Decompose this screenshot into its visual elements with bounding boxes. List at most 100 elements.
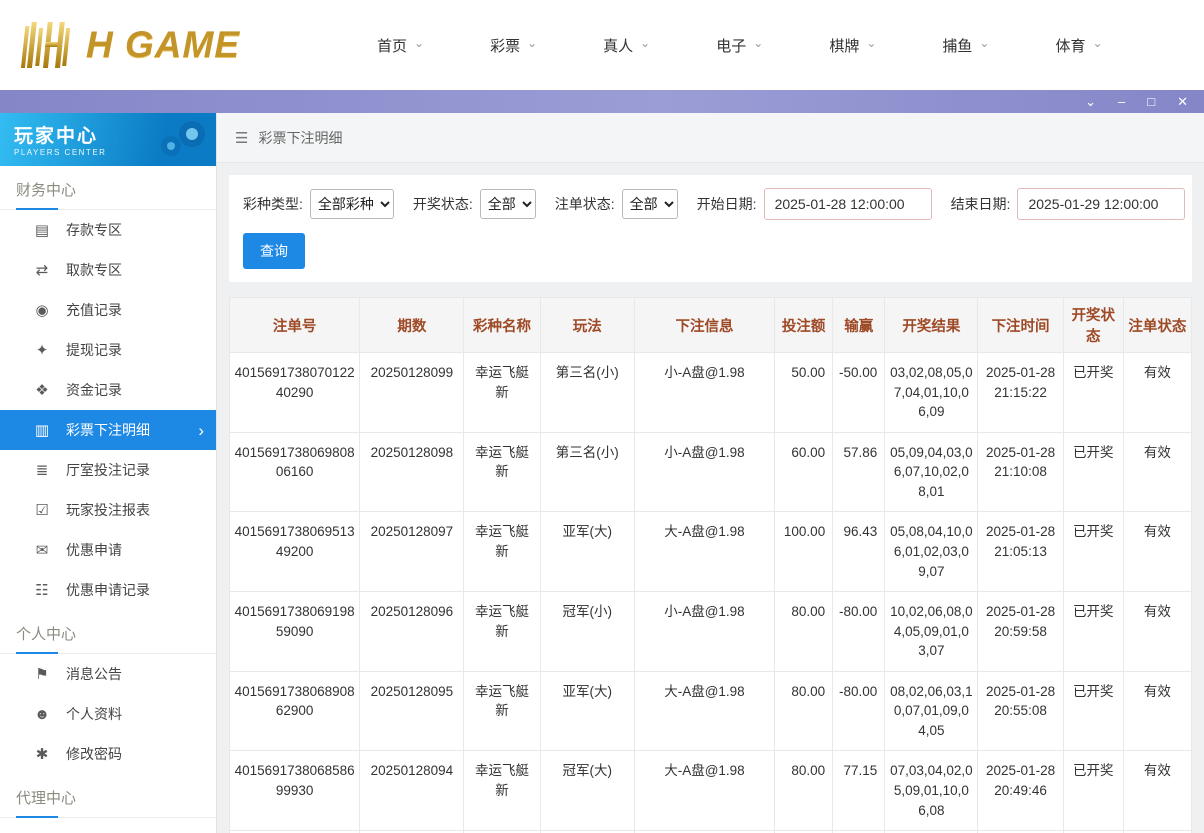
chevron-down-icon: ⌄ [979, 37, 989, 49]
cell-win-loss: 57.86 [833, 432, 885, 512]
table-body: 40156917380701224029020250128099幸运飞艇新第三名… [230, 353, 1192, 833]
query-button[interactable]: 查询 [243, 233, 305, 269]
funds-record-icon: ❖ [33, 381, 51, 399]
withdraw-icon: ⇄ [33, 261, 51, 279]
cell-win-loss: -80.00 [833, 592, 885, 672]
close-icon[interactable]: ✕ [1177, 95, 1188, 108]
cell-order-status: 有效 [1123, 751, 1191, 831]
table-row: 40156917380701224029020250128099幸运飞艇新第三名… [230, 353, 1192, 433]
sidebar-item-recharge-record[interactable]: ◉充值记录 [0, 290, 216, 330]
cell-period: 20250128099 [360, 353, 464, 433]
sidebar-item-promo-apply-record[interactable]: ☷优惠申请记录 [0, 570, 216, 610]
nav-item-fishing[interactable]: 捕鱼 ⌄ [909, 25, 1022, 66]
main-nav: 首页⌄彩票⌄真人⌄电子⌄棋牌⌄捕鱼⌄体育⌄ [344, 25, 1136, 66]
sidebar-item-withdrawal-record[interactable]: ✦提现记录 [0, 330, 216, 370]
sidebar-item-player-bet-report[interactable]: ☑玩家投注报表 [0, 490, 216, 530]
cell-win-loss: -50.00 [833, 353, 885, 433]
cell-bet-time: 2025-01-28 20:55:08 [978, 671, 1063, 751]
cell-draw-result: 05,08,04,10,06,01,02,03,09,07 [885, 512, 978, 592]
cell-draw-status: 已开奖 [1063, 671, 1123, 751]
lottery-type-select[interactable]: 全部彩种 [310, 189, 394, 219]
breadcrumb-title: 彩票下注明细 [258, 128, 342, 148]
sidebar-item-label: 个人资料 [66, 704, 122, 724]
sidebar-item-label: 修改密码 [66, 744, 122, 764]
sidebar-item-label: 取款专区 [66, 260, 122, 280]
menu-icon[interactable]: ☰ [235, 129, 248, 147]
cell-period: 20250128097 [360, 512, 464, 592]
cell-win-loss: -80.00 [833, 671, 885, 751]
chevron-right-icon: › [198, 422, 204, 439]
hall-bet-record-icon: ≣ [33, 461, 51, 479]
nav-item-label: 捕鱼 [942, 35, 972, 56]
start-date-label: 开始日期: [697, 194, 757, 214]
cell-bet-amount: 60.00 [775, 432, 833, 512]
table-row: 40156917380691985909020250128096幸运飞艇新冠军(… [230, 592, 1192, 672]
cell-draw-result: 10,02,06,08,04,05,09,01,03,07 [885, 592, 978, 672]
maximize-icon[interactable]: □ [1147, 95, 1155, 108]
nav-item-cards[interactable]: 棋牌⌄ [796, 25, 909, 66]
cell-draw-result: 03,02,08,05,07,04,01,10,06,09 [885, 353, 978, 433]
cell-bet-time: 2025-01-28 20:49:46 [978, 751, 1063, 831]
column-header-order-status: 注单状态 [1123, 298, 1191, 353]
sidebar-item-change-password[interactable]: ✱修改密码 [0, 734, 216, 774]
sidebar-item-lottery-bet-detail[interactable]: ▥彩票下注明细› [0, 410, 216, 450]
cell-play: 冠军(小) [540, 592, 634, 672]
column-header-lottery-name: 彩种名称 [464, 298, 540, 353]
table-row: 40156917380689086290020250128095幸运飞艇新亚军(… [230, 671, 1192, 751]
chevron-down-icon: ⌄ [753, 37, 763, 49]
sidebar-item-promo-apply[interactable]: ✉优惠申请 [0, 530, 216, 570]
nav-item-slots[interactable]: 电子⌄ [683, 25, 796, 66]
lottery-type-label: 彩种类型: [243, 194, 303, 214]
nav-item-live[interactable]: 真人⌄ [570, 25, 683, 66]
cell-lottery-name: 幸运飞艇新 [464, 592, 540, 672]
sidebar-item-profile[interactable]: ☻个人资料 [0, 694, 216, 734]
cell-bet-time: 2025-01-28 20:59:58 [978, 592, 1063, 672]
cell-win-loss: 96.43 [833, 512, 885, 592]
cell-draw-result: 08,02,06,03,10,07,01,09,04,05 [885, 671, 978, 751]
column-header-play: 玩法 [540, 298, 634, 353]
sidebar-item-withdraw-zone[interactable]: ⇄ 取款专区 [0, 250, 216, 290]
start-date-input[interactable] [764, 188, 932, 220]
main-content: ☰ 彩票下注明细 彩种类型: 全部彩种 开奖状态: 全部 注单状态: 全部 [217, 113, 1204, 833]
order-status-select[interactable]: 全部 [622, 189, 678, 219]
gamepad-icon [156, 118, 210, 160]
chevron-down-icon: ⌄ [640, 37, 650, 49]
cell-draw-result: 07,03,04,02,05,09,01,10,06,08 [885, 751, 978, 831]
cell-order-no: 401569173806890862900 [230, 671, 360, 751]
column-header-order-no: 注单号 [230, 298, 360, 353]
sidebar-item-label: 存款专区 [66, 220, 122, 240]
cell-bet-amount: 100.00 [775, 512, 833, 592]
sidebar-item-announcements[interactable]: ⚑消息公告 [0, 654, 216, 694]
chevron-down-icon: ⌄ [1092, 37, 1102, 49]
nav-item-label: 首页 [377, 35, 407, 56]
cell-order-no: 401569173806858699930 [230, 751, 360, 831]
table-row: 40156917380695134920020250128097幸运飞艇新亚军(… [230, 512, 1192, 592]
column-header-bet-amount: 投注额 [775, 298, 833, 353]
filter-row: 彩种类型: 全部彩种 开奖状态: 全部 注单状态: 全部 开始日期: 结束日期: [243, 188, 1178, 220]
nav-item-sports[interactable]: 体育⌄ [1022, 25, 1135, 66]
minimize-icon[interactable]: – [1118, 95, 1125, 108]
nav-item-home[interactable]: 首页 ⌄ [344, 25, 457, 66]
cell-play: 冠军(大) [540, 751, 634, 831]
window-dropdown-icon[interactable]: ⌄ [1085, 95, 1096, 108]
logo[interactable]: H GAME [18, 20, 318, 70]
cell-order-status: 有效 [1123, 432, 1191, 512]
draw-status-label: 开奖状态: [413, 194, 473, 214]
cell-draw-status: 已开奖 [1063, 512, 1123, 592]
sidebar-item-deposit-zone[interactable]: ▤存款专区 [0, 210, 216, 250]
draw-status-select[interactable]: 全部 [480, 189, 536, 219]
nav-item-lottery[interactable]: 彩票⌄ [457, 25, 570, 66]
lottery-bet-detail-icon: ▥ [33, 421, 51, 439]
cell-bet-amount: 80.00 [775, 751, 833, 831]
column-header-period: 期数 [360, 298, 464, 353]
chevron-down-icon: ⌄ [414, 37, 424, 49]
nav-item-label: 彩票 [490, 35, 520, 56]
end-date-input[interactable] [1017, 188, 1185, 220]
nav-item-label: 棋牌 [829, 35, 859, 56]
app-window: H GAME 首页⌄彩票⌄真人⌄电子⌄棋牌⌄捕鱼⌄体育⌄ ⌄ – □ ✕ 玩家中… [0, 0, 1204, 833]
cell-draw-status: 已开奖 [1063, 353, 1123, 433]
sidebar-item-hall-bet-record[interactable]: ≣厅室投注记录 [0, 450, 216, 490]
cell-bet-time: 2025-01-28 21:10:08 [978, 432, 1063, 512]
cell-bet-time: 2025-01-28 21:15:22 [978, 353, 1063, 433]
sidebar-item-funds-record[interactable]: ❖资金记录 [0, 370, 216, 410]
